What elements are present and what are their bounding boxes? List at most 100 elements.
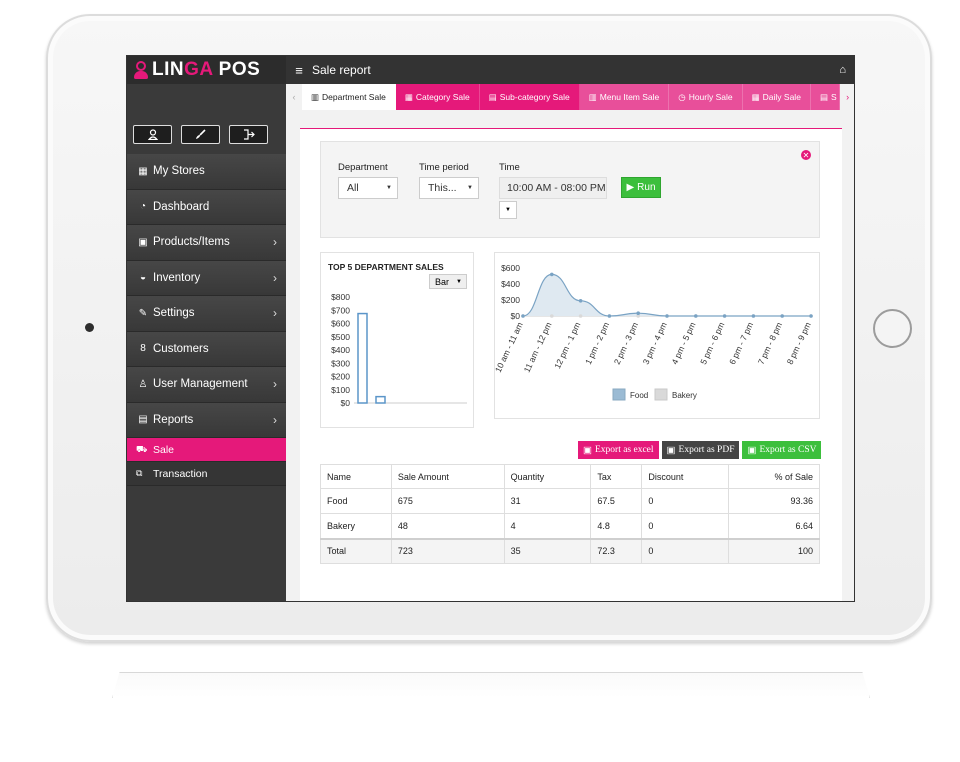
table-header[interactable]: Name [320,464,392,489]
sidebar-item-label: Dashboard [153,200,210,213]
bakery-point [578,314,583,318]
food-point [578,299,583,303]
wrench-icon: ✎ [138,307,148,319]
x-tick-label: 11 am - 12 pm [522,321,554,374]
export-label: Export as CSV [759,445,817,455]
table-header[interactable]: Discount [641,464,730,489]
y-tick-label: $0 [511,311,521,321]
x-tick-label: 12 pm - 1 pm [552,321,582,371]
gift-icon: ▣ [138,236,148,248]
y-tick-label: $200 [331,372,350,382]
table-cell: 100 [728,537,820,564]
sidebar-item-customers[interactable]: 8 Customers [127,331,286,367]
store-icon: ▦ [138,165,148,177]
sidebar-item-settings[interactable]: ✎ Settings › [127,296,286,332]
tab-department-sale[interactable]: ▥ Department Sale [302,84,396,110]
table-header[interactable]: % of Sale [728,464,820,489]
table-cell: 72.3 [590,537,643,564]
sidebar-item-dashboard[interactable]: ◔ Dashboard [127,189,286,225]
tab-label: Department Sale [322,92,386,102]
sidebar-subitem-sale[interactable]: ⛟ Sale [127,438,286,462]
filter-panel: ✕ Department All ▼ Time period This... ▼ T… [320,141,820,238]
bar-food [357,312,368,404]
tabs-scroll-right-icon[interactable]: › [840,92,854,102]
reports-icon: ▤ [138,414,148,426]
tab-daily-sale[interactable]: ▦ Daily Sale [742,84,811,110]
export-pdf-button[interactable]: ▣ Export as PDF [661,441,740,459]
dashboard-icon: ◔ [139,201,147,213]
food-point [521,314,525,318]
basket-icon: ◒ [139,272,147,284]
tab-sub-category-sale[interactable]: ▤ Sub-category Sale [479,84,580,110]
table-cell: 31 [503,488,592,514]
close-icon[interactable]: ✕ [801,150,811,160]
export-buttons: ▣ Export as excel ▣ Export as PDF ▣ Export … [578,441,822,459]
sidebar-item-label: Customers [153,342,209,355]
home-icon[interactable]: ⌂ [839,64,846,76]
sidebar-tools [133,125,268,144]
caret-down-icon: ▼ [505,207,511,213]
hamburger-menu-icon[interactable]: ≡ [286,63,312,78]
time-range-value: 10:00 AM - 08:00 PM [507,182,606,194]
tab-hourly-sale[interactable]: ◷ Hourly Sale [669,84,743,110]
y-tick-label: $200 [501,295,520,305]
calendar-icon: ▦ [751,91,760,102]
y-tick-label: $600 [501,263,520,273]
export-excel-button[interactable]: ▣ Export as excel [578,441,659,459]
sidebar-item-user-management[interactable]: ♙ User Management › [127,367,286,403]
sidebar-item-reports[interactable]: ▤ Reports › [127,402,286,438]
sidebar-subitem-transaction[interactable]: ⧉ Transaction [127,462,286,486]
app-screen: LINGA POS ▦ My Stores ◔ Dashboard ▣ Product… [126,55,855,602]
tab-menu-item-sale[interactable]: ▥ Menu Item Sale [579,84,670,110]
y-tick-label: $400 [331,345,350,355]
run-button[interactable]: ▶ Run [621,177,661,198]
time-period-label: Time period [419,162,469,173]
x-tick-label: 2 pm - 3 pm [612,321,640,366]
caret-down-icon: ▼ [467,185,473,191]
excel-icon: ▣ [583,445,592,456]
tab-label: Hourly Sale [688,92,733,102]
sidebar-subitem-label: Sale [153,443,175,456]
logout-icon[interactable] [229,125,268,144]
table-header[interactable]: Quantity [503,464,592,489]
brand-name: LINGA POS [152,59,261,80]
table-header[interactable]: Sale Amount [390,464,505,489]
sidebar-item-inventory[interactable]: ◒ Inventory › [127,260,286,296]
users-icon: ♙ [138,378,148,390]
tab-s[interactable]: ▤ S [810,84,840,110]
report-content: ✕ Department All ▼ Time period This... ▼ T… [300,128,842,601]
table-cell: 0 [641,488,730,514]
export-csv-button[interactable]: ▣ Export as CSV [742,441,822,459]
department-label: Department [338,162,388,173]
food-point [550,272,554,277]
tab-category-sale[interactable]: ▦ Category Sale [395,84,480,110]
tabs-scroll-left-icon[interactable]: ‹ [286,92,302,102]
camera-dot [85,323,94,332]
table-header[interactable]: Tax [590,464,643,489]
chevron-right-icon: › [273,306,277,321]
table-cell: 675 [390,488,505,514]
transaction-icon: ⧉ [136,468,143,478]
time-period-value: This... [428,182,457,194]
table-cell: 48 [390,513,505,539]
user-icon[interactable] [133,125,172,144]
caret-down-icon: ▼ [386,185,392,191]
x-tick-label: 7 pm - 8 pm [756,321,784,366]
sidebar-item-products[interactable]: ▣ Products/Items › [127,225,286,261]
sidebar-item-my-stores[interactable]: ▦ My Stores [127,154,286,190]
time-range-input[interactable]: 10:00 AM - 08:00 PM [499,177,607,199]
tab-label: S [830,92,837,102]
tablet-home-button[interactable] [873,309,912,348]
y-tick-label: $500 [331,332,350,342]
legend-label-food: Food [630,391,648,400]
department-select[interactable]: All ▼ [338,177,398,199]
tab-label: Category Sale [415,92,470,102]
time-dropdown-button[interactable]: ▼ [499,201,517,219]
brand-logo[interactable]: LINGA POS [127,56,286,84]
x-tick-label: 4 pm - 5 pm [669,321,697,366]
sales-table: Name Sale Amount Quantity Tax Discount %… [320,464,820,564]
bakery-point [550,314,554,318]
time-period-select[interactable]: This... ▼ [419,177,479,199]
export-label: Export as PDF [678,445,735,455]
brush-icon[interactable] [181,125,220,144]
